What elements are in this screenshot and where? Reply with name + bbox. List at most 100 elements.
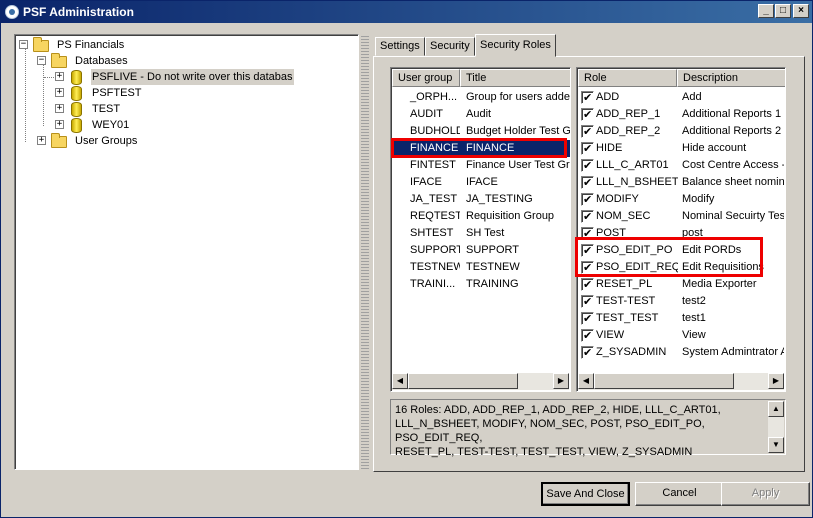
groups-horizontal-scrollbar[interactable]: ◀ ▶ xyxy=(392,373,569,390)
table-row[interactable]: JA_TEST JA_TESTING xyxy=(392,191,570,208)
table-row[interactable]: VIEW View xyxy=(578,327,784,344)
checkbox-checked-icon[interactable] xyxy=(581,140,594,157)
splitter[interactable] xyxy=(361,34,369,470)
tree-view[interactable]: − PS Financials − Databases + PSFLIVE - … xyxy=(14,34,359,470)
table-row[interactable]: MODIFY Modify xyxy=(578,191,784,208)
cell-role: MODIFY xyxy=(596,193,639,205)
checkbox-checked-icon[interactable] xyxy=(581,106,594,123)
cell-role: TEST_TEST xyxy=(596,312,659,324)
scroll-thumb[interactable] xyxy=(594,373,734,389)
cell-title: Finance User Test Gr xyxy=(466,159,570,171)
cell-description: Additional Reports 1 xyxy=(682,108,782,120)
tab-security-roles[interactable]: Security Roles xyxy=(475,34,556,57)
checkbox-checked-icon[interactable] xyxy=(581,191,594,208)
scroll-down-icon[interactable]: ▼ xyxy=(768,437,784,453)
scroll-up-icon[interactable]: ▲ xyxy=(768,401,784,417)
column-header-title[interactable]: Title xyxy=(460,69,570,87)
expand-icon[interactable]: + xyxy=(55,120,64,129)
close-button[interactable]: × xyxy=(793,4,809,18)
cell-user-group: IFACE xyxy=(410,176,442,188)
cell-title: TESTNEW xyxy=(466,261,520,273)
checkbox-checked-icon[interactable] xyxy=(581,276,594,293)
table-row[interactable]: TESTNEW TESTNEW xyxy=(392,259,570,276)
checkbox-checked-icon[interactable] xyxy=(581,157,594,174)
roles-summary: 16 Roles: ADD, ADD_REP_1, ADD_REP_2, HID… xyxy=(390,399,786,458)
checkbox-checked-icon[interactable] xyxy=(581,174,594,191)
scroll-right-icon[interactable]: ▶ xyxy=(768,373,784,389)
table-row[interactable]: SUPPORT SUPPORT xyxy=(392,242,570,259)
table-row[interactable]: AUDIT Audit xyxy=(392,106,570,123)
roles-horizontal-scrollbar[interactable]: ◀ ▶ xyxy=(578,373,784,390)
checkbox-checked-icon[interactable] xyxy=(581,327,594,344)
apply-button[interactable]: Apply xyxy=(721,482,810,506)
table-row[interactable]: ADD Add xyxy=(578,89,784,106)
cell-description: Add xyxy=(682,91,702,103)
cell-user-group: TESTNEW xyxy=(410,261,460,273)
expand-icon[interactable]: + xyxy=(55,88,64,97)
expand-icon[interactable]: + xyxy=(55,104,64,113)
table-row[interactable]: ADD_REP_1 Additional Reports 1 xyxy=(578,106,784,123)
checkbox-checked-icon[interactable] xyxy=(581,310,594,327)
save-and-close-button[interactable]: Save And Close xyxy=(541,482,630,506)
maximize-button[interactable]: □ xyxy=(775,4,791,18)
cell-description: test2 xyxy=(682,295,706,307)
column-header-user-group[interactable]: User group xyxy=(392,69,460,87)
tab-security[interactable]: Security xyxy=(425,37,475,56)
scroll-right-icon[interactable]: ▶ xyxy=(553,373,569,389)
cancel-button[interactable]: Cancel xyxy=(635,482,724,506)
expand-icon[interactable]: + xyxy=(55,72,64,81)
column-header-description[interactable]: Description xyxy=(677,69,785,87)
collapse-icon[interactable]: − xyxy=(37,56,46,65)
cell-description: Nominal Secuirty Test xyxy=(682,210,784,222)
table-row[interactable]: HIDE Hide account xyxy=(578,140,784,157)
table-row[interactable]: NOM_SEC Nominal Secuirty Test xyxy=(578,208,784,225)
cell-role: NOM_SEC xyxy=(596,210,651,222)
cell-role: VIEW xyxy=(596,329,625,341)
table-row[interactable]: LLL_C_ART01 Cost Centre Access - xyxy=(578,157,784,174)
table-row[interactable]: ADD_REP_2 Additional Reports 2 xyxy=(578,123,784,140)
checkbox-checked-icon[interactable] xyxy=(581,123,594,140)
scroll-left-icon[interactable]: ◀ xyxy=(392,373,408,389)
table-row[interactable]: IFACE IFACE xyxy=(392,174,570,191)
cell-role: ADD_REP_1 xyxy=(596,108,661,120)
checkbox-checked-icon[interactable] xyxy=(581,344,594,361)
expand-icon[interactable]: + xyxy=(37,136,46,145)
summary-vertical-scrollbar[interactable]: ▲ ▼ xyxy=(768,401,784,453)
table-row[interactable]: Z_SYSADMIN System Admintrator A xyxy=(578,344,784,361)
checkbox-checked-icon[interactable] xyxy=(581,208,594,225)
cell-description: Hide account xyxy=(682,142,747,154)
summary-line: RESET_PL, TEST-TEST, TEST_TEST, VIEW, Z_… xyxy=(395,446,693,458)
database-icon xyxy=(71,118,82,133)
table-row[interactable]: FINTEST Finance User Test Gr xyxy=(392,157,570,174)
table-row[interactable]: TEST_TEST test1 xyxy=(578,310,784,327)
user-groups-list[interactable]: User group Title _ORPH... Group for users… xyxy=(390,67,571,392)
table-row[interactable]: _ORPH... Group for users adde xyxy=(392,89,570,106)
cell-user-group: SHTEST xyxy=(410,227,454,239)
cell-description: Media Exporter xyxy=(682,278,757,290)
title-bar[interactable]: PSF Administration _ □ × xyxy=(1,1,812,23)
cell-user-group: SUPPORT xyxy=(410,244,460,256)
scroll-thumb[interactable] xyxy=(408,373,518,389)
table-row[interactable]: SHTEST SH Test xyxy=(392,225,570,242)
tree-label: Databases xyxy=(75,55,128,67)
table-row[interactable]: LLL_N_BSHEET Balance sheet nomina xyxy=(578,174,784,191)
folder-open-icon xyxy=(33,37,49,52)
tab-settings[interactable]: Settings xyxy=(375,37,425,56)
roles-list[interactable]: Role Description ADD Add ADD_REP_1 Addition… xyxy=(576,67,786,392)
collapse-icon[interactable]: − xyxy=(19,40,28,49)
cell-title: TRAINING xyxy=(466,278,519,290)
table-row[interactable]: RESET_PL Media Exporter xyxy=(578,276,784,293)
cell-role: ADD xyxy=(596,91,620,103)
cell-title: SUPPORT xyxy=(466,244,519,256)
scroll-left-icon[interactable]: ◀ xyxy=(578,373,594,389)
cell-description: Balance sheet nomina xyxy=(682,176,784,188)
checkbox-checked-icon[interactable] xyxy=(581,293,594,310)
table-row[interactable]: TEST-TEST test2 xyxy=(578,293,784,310)
cell-title: Group for users adde xyxy=(466,91,570,103)
column-header-role[interactable]: Role xyxy=(578,69,677,87)
checkbox-checked-icon[interactable] xyxy=(581,89,594,106)
table-row[interactable]: REQTEST Requisition Group xyxy=(392,208,570,225)
cell-role: ADD_REP_2 xyxy=(596,125,661,137)
minimize-button[interactable]: _ xyxy=(758,4,774,18)
table-row[interactable]: TRAINI... TRAINING xyxy=(392,276,570,293)
